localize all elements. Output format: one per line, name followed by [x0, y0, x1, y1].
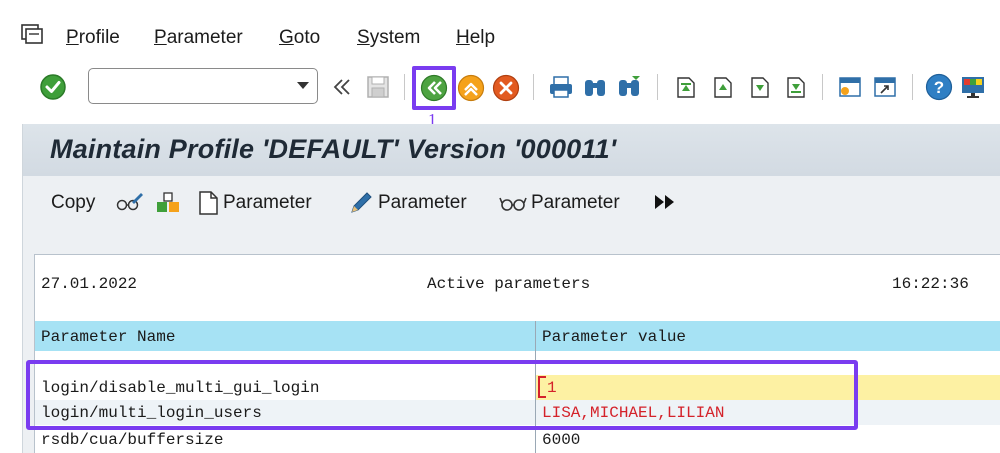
next-page-button[interactable]: [744, 72, 774, 102]
exit-icon: [457, 74, 485, 102]
previous-page-icon: [714, 77, 732, 98]
create-session-button[interactable]: [835, 72, 865, 102]
application-toolbar: Copy Parameter Parameter Parameter: [23, 176, 1000, 232]
title-bar: Maintain Profile 'DEFAULT' Version '0000…: [23, 124, 1000, 176]
transport-button[interactable]: [155, 190, 187, 216]
list-heading: Active parameters: [427, 275, 591, 293]
enter-button[interactable]: [38, 72, 68, 102]
parameter-value-cell[interactable]: 6000: [542, 431, 580, 449]
shortcut-icon: [874, 77, 896, 97]
window-menu-icon[interactable]: [20, 23, 44, 45]
display-parameter-button[interactable]: Parameter: [499, 190, 620, 216]
double-arrow-right-icon: [655, 195, 674, 209]
print-icon: [550, 76, 572, 98]
first-page-icon: [677, 77, 695, 98]
menu-help[interactable]: Help: [456, 27, 495, 49]
list-header: 27.01.2022 Active parameters 16:22:36: [35, 255, 1000, 315]
column-header-row: Parameter Name Parameter value: [35, 321, 1000, 351]
customize-layout-icon: [962, 77, 984, 98]
last-page-icon: [787, 77, 805, 98]
previous-page-button[interactable]: [707, 72, 737, 102]
table-row[interactable]: rsdb/cua/buffersize 6000: [35, 427, 1000, 452]
copy-button[interactable]: Copy: [51, 192, 95, 214]
help-button[interactable]: ?: [924, 72, 954, 102]
menu-parameter[interactable]: Parameter: [154, 27, 243, 49]
edit-glasses-button[interactable]: [115, 190, 149, 216]
find-button[interactable]: [580, 72, 610, 102]
create-parameter-label: Parameter: [223, 192, 312, 213]
glasses-pencil-icon: [116, 193, 143, 211]
cancel-button[interactable]: [491, 73, 521, 103]
command-dropdown-icon[interactable]: [297, 82, 309, 89]
find-next-icon: [619, 76, 640, 96]
new-document-icon: [199, 191, 218, 215]
print-button[interactable]: [546, 72, 576, 102]
menu-bar: Profile Parameter Goto System Help: [0, 0, 1000, 70]
last-page-button[interactable]: [780, 72, 810, 102]
collapse-button[interactable]: [327, 72, 357, 102]
next-page-icon: [751, 77, 769, 98]
more-actions-button[interactable]: [653, 192, 681, 212]
help-icon: ?: [925, 73, 953, 101]
page-title: Maintain Profile 'DEFAULT' Version '0000…: [50, 134, 617, 164]
first-page-button[interactable]: [670, 72, 700, 102]
column-header-parameter-value[interactable]: Parameter value: [542, 328, 686, 346]
cancel-icon: [492, 74, 520, 102]
find-next-button[interactable]: [614, 72, 644, 102]
change-parameter-label: Parameter: [378, 192, 467, 213]
exit-button[interactable]: [456, 73, 486, 103]
change-parameter-button[interactable]: Parameter: [348, 190, 467, 216]
display-parameter-label: Parameter: [531, 192, 620, 213]
create-session-icon: [839, 77, 861, 97]
back-button-highlight: [412, 66, 456, 110]
command-input[interactable]: [95, 73, 285, 99]
parameter-name-cell[interactable]: rsdb/cua/buffersize: [41, 431, 223, 449]
rows-highlight: [26, 360, 858, 430]
menu-system[interactable]: System: [357, 27, 420, 49]
find-icon: [585, 80, 605, 96]
column-header-parameter-name[interactable]: Parameter Name: [41, 328, 175, 346]
save-button[interactable]: [363, 72, 393, 102]
customize-layout-button[interactable]: [958, 72, 988, 102]
command-field[interactable]: [88, 68, 318, 104]
collapse-icon: [333, 79, 350, 95]
glasses-icon: [499, 197, 527, 211]
save-icon: [367, 76, 389, 98]
enter-icon: [40, 74, 66, 100]
list-time: 16:22:36: [892, 275, 969, 293]
list-date: 27.01.2022: [41, 275, 138, 293]
shortcut-button[interactable]: [870, 72, 900, 102]
menu-profile[interactable]: Profile: [66, 27, 120, 49]
pencil-icon: [351, 192, 372, 213]
svg-text:?: ?: [934, 78, 944, 97]
create-parameter-button[interactable]: Parameter: [197, 190, 312, 216]
menu-goto[interactable]: Goto: [279, 27, 320, 49]
objects-icon: [157, 192, 179, 212]
